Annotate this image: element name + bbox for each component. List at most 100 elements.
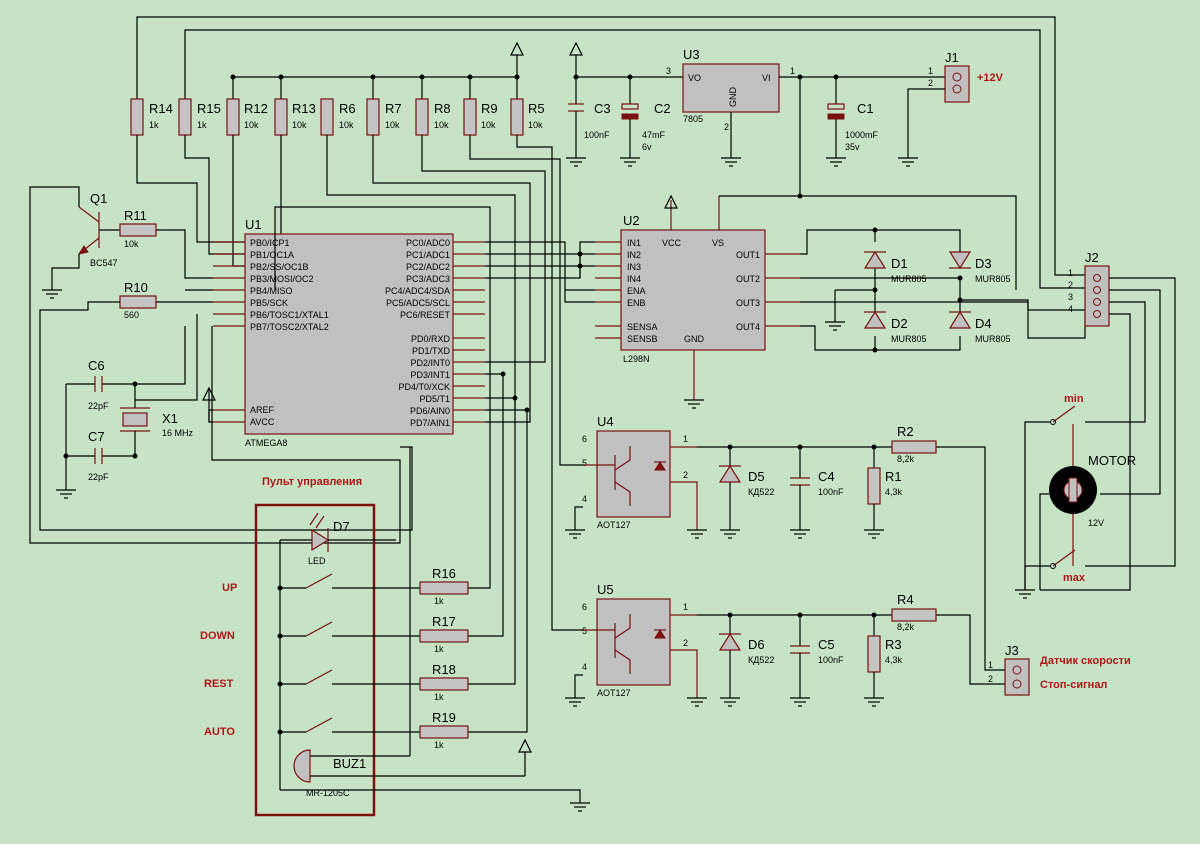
- resistor-r5: R5 10k: [510, 98, 583, 631]
- svg-text:PD1/TXD: PD1/TXD: [412, 346, 451, 356]
- svg-text:R8: R8: [434, 101, 451, 116]
- up-label: UP: [222, 582, 237, 594]
- svg-text:1: 1: [683, 602, 688, 612]
- svg-text:ATMEGA8: ATMEGA8: [245, 438, 287, 448]
- svg-text:Q1: Q1: [90, 191, 107, 206]
- capacitor-c2: C2 47mF 6v: [620, 77, 671, 167]
- connector-j2: J2 1 2 3 4: [1040, 250, 1176, 591]
- u1-to-u2-wires: [485, 241, 595, 303]
- svg-text:R10: R10: [124, 280, 148, 295]
- svg-text:4: 4: [582, 494, 587, 504]
- svg-text:R7: R7: [385, 101, 402, 116]
- svg-text:D3: D3: [975, 256, 992, 271]
- optocoupler-u5: U5 AOT127 6 5 4 1 2: [565, 582, 707, 707]
- svg-text:MUR805: MUR805: [891, 274, 927, 284]
- svg-text:6: 6: [582, 434, 587, 444]
- circuit-schematic: R14 1k R15 1k R12 10k R13 10k R6 10k R7 …: [29, 16, 1176, 817]
- svg-text:SENSA: SENSA: [627, 322, 658, 332]
- svg-text:BUZ1: BUZ1: [333, 756, 366, 771]
- svg-text:PC4/ADC4/SDA: PC4/ADC4/SDA: [385, 286, 450, 296]
- svg-text:100nF: 100nF: [584, 130, 610, 140]
- svg-text:D7: D7: [333, 519, 350, 534]
- svg-text:PC5/ADC5/SCL: PC5/ADC5/SCL: [386, 298, 450, 308]
- ground-symbol: [1015, 589, 1035, 599]
- svg-text:U1: U1: [245, 217, 262, 232]
- svg-text:1: 1: [1068, 268, 1073, 278]
- svg-text:6: 6: [582, 602, 587, 612]
- svg-text:AVCC: AVCC: [250, 417, 275, 427]
- crystal-x1: X1 16 MHz: [120, 381, 194, 459]
- svg-text:PD5/T1: PD5/T1: [419, 394, 450, 404]
- u2-l298n: U2 L298N IN1 IN2 IN3 IN4 ENA ENB SENSA S…: [595, 77, 803, 409]
- svg-text:КД522: КД522: [748, 655, 774, 665]
- svg-text:U3: U3: [683, 47, 700, 62]
- svg-text:L298N: L298N: [623, 354, 650, 364]
- resistor-r18: R18 1k: [419, 397, 516, 702]
- svg-text:R4: R4: [897, 592, 914, 607]
- svg-text:J3: J3: [1005, 643, 1019, 658]
- svg-text:R16: R16: [432, 566, 456, 581]
- stop-signal-label: Стоп-сигнал: [1040, 679, 1107, 691]
- svg-text:R9: R9: [481, 101, 498, 116]
- rest-label: REST: [204, 678, 234, 690]
- down-label: DOWN: [200, 630, 235, 642]
- svg-text:R11: R11: [124, 208, 147, 223]
- svg-text:2: 2: [683, 638, 688, 648]
- svg-text:C4: C4: [818, 469, 835, 484]
- svg-text:AOT127: AOT127: [597, 520, 631, 530]
- svg-text:C2: C2: [654, 101, 671, 116]
- regulator-u3: U3 7805 VO VI GND 3 1 2: [666, 47, 795, 167]
- svg-text:3: 3: [1068, 292, 1073, 302]
- svg-text:12V: 12V: [1088, 518, 1104, 528]
- svg-text:R1: R1: [885, 469, 902, 484]
- capacitor-c7: C7 22pF: [66, 429, 135, 482]
- svg-text:8,2k: 8,2k: [897, 622, 915, 632]
- svg-text:AREF: AREF: [250, 405, 275, 415]
- svg-text:PC3/ADC3: PC3/ADC3: [406, 274, 450, 284]
- svg-text:1k: 1k: [149, 120, 159, 130]
- svg-text:10k: 10k: [528, 120, 543, 130]
- svg-text:PB2/SS/OC1B: PB2/SS/OC1B: [250, 262, 309, 272]
- ground-symbol: [570, 802, 590, 812]
- u1-atmega8: U1 ATMEGA8 PB0/ICP1 PB1/OC1A PB2/SS/OC1B…: [213, 217, 485, 448]
- svg-text:MUR805: MUR805: [891, 334, 927, 344]
- svg-text:5: 5: [582, 626, 587, 636]
- connector-j1: J1 1 2 +12V: [898, 50, 1004, 167]
- switch-rest: [280, 669, 420, 685]
- svg-text:PB4/MISO: PB4/MISO: [250, 286, 293, 296]
- svg-text:C6: C6: [88, 358, 105, 373]
- svg-text:SENSB: SENSB: [627, 334, 658, 344]
- capacitor-c6: C6 22pF: [66, 358, 135, 411]
- speed-sensor-label: Датчик скорости: [1040, 655, 1131, 667]
- auto-label: AUTO: [204, 726, 235, 738]
- svg-text:IN1: IN1: [627, 238, 641, 248]
- svg-text:R15: R15: [197, 101, 221, 116]
- svg-text:OUT3: OUT3: [736, 298, 760, 308]
- diode-d2: D2 MUR805: [863, 310, 927, 344]
- optocoupler-u4: U4 AOT127 6 5 4 1 2: [565, 414, 707, 539]
- power-arrow-top: [510, 41, 524, 56]
- buzzer-buz1: BUZ1 MR-1205C: [293, 738, 532, 798]
- capacitor-c1: C1 1000mF 35v: [826, 77, 879, 167]
- svg-text:C1: C1: [857, 101, 874, 116]
- svg-text:VCC: VCC: [662, 238, 682, 248]
- svg-text:LED: LED: [308, 556, 326, 566]
- svg-text:PB5/SCK: PB5/SCK: [250, 298, 288, 308]
- u4-output-network: D5 КД522 C4 100nF R1 4,3k R2 8,2k: [697, 424, 1005, 671]
- svg-text:PB3/MOSI/OC2: PB3/MOSI/OC2: [250, 274, 314, 284]
- u5-output-network: D6 КД522 C5 100nF R3 4,3k R4 8,2k: [697, 592, 1005, 707]
- svg-text:PD3/INT1: PD3/INT1: [410, 370, 450, 380]
- svg-text:OUT1: OUT1: [736, 250, 760, 260]
- svg-text:VI: VI: [762, 73, 771, 83]
- svg-text:4: 4: [1068, 304, 1073, 314]
- svg-text:1k: 1k: [434, 596, 444, 606]
- svg-text:R18: R18: [432, 662, 456, 677]
- svg-text:R3: R3: [885, 637, 902, 652]
- svg-text:1: 1: [928, 66, 933, 76]
- resistor-r11: R11 10k: [119, 208, 167, 249]
- diode-d1: D1 MUR805: [863, 250, 927, 284]
- svg-text:PB1/OC1A: PB1/OC1A: [250, 250, 294, 260]
- svg-text:U5: U5: [597, 582, 614, 597]
- svg-text:47mF: 47mF: [642, 130, 666, 140]
- svg-text:1k: 1k: [434, 692, 444, 702]
